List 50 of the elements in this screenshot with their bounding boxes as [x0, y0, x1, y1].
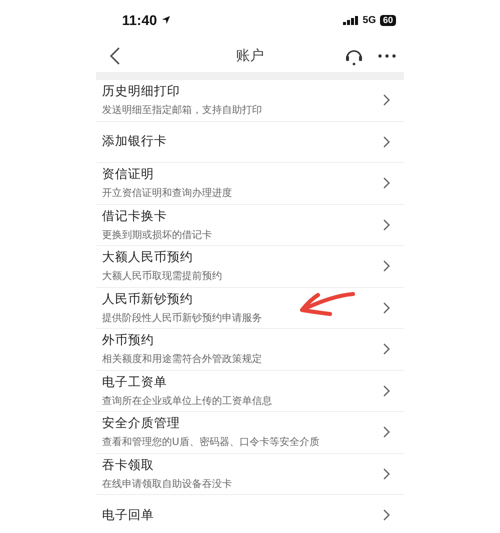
signal-icon [342, 16, 359, 24]
item-subtitle: 大额人民币取现需提前预约 [102, 270, 222, 284]
chevron-icon [383, 468, 390, 480]
item-subtitle: 在线申请领取自助设备吞没卡 [102, 478, 232, 491]
chevron-icon [383, 426, 390, 438]
item-title: 添加银行卡 [102, 133, 167, 150]
item-subtitle: 更换到期或损坏的借记卡 [102, 228, 212, 242]
more-icon[interactable] [378, 54, 396, 58]
chevron-icon [383, 509, 390, 522]
menu-item[interactable]: 借记卡换卡 更换到期或损坏的借记卡 [96, 204, 404, 246]
battery-level: 60 [380, 14, 396, 26]
chevron-icon [383, 218, 390, 231]
item-title: 人民币新钞预约 [102, 290, 193, 308]
chevron-icon [383, 343, 390, 356]
menu-item[interactable]: 资信证明 开立资信证明和查询办理进度 [96, 163, 404, 204]
item-title: 吞卡领取 [102, 456, 154, 474]
menu-item[interactable]: 大额人民币预约 大额人民币取现需提前预约 [96, 246, 404, 288]
item-subtitle: 查询所在企业或单位上传的工资单信息 [102, 394, 272, 408]
item-title: 外币预约 [102, 332, 154, 350]
menu-item[interactable]: 电子回单 [96, 495, 404, 533]
page-title: 账户 [236, 47, 264, 65]
item-title: 电子回单 [102, 506, 154, 524]
item-subtitle: 发送明细至指定邮箱，支持自助打印 [102, 104, 262, 118]
chevron-icon [383, 94, 390, 106]
menu-item[interactable]: 外币预约 相关额度和用途需符合外管政策规定 [96, 329, 404, 370]
item-subtitle: 查看和管理您的U盾、密码器、口令卡等安全介质 [102, 436, 320, 450]
menu-item[interactable]: 人民币新钞预约 提供阶段性人民币新钞预约申请服务 [96, 288, 404, 329]
item-title: 借记卡换卡 [102, 208, 167, 225]
back-icon[interactable] [110, 47, 120, 65]
chevron-icon [383, 177, 390, 190]
item-subtitle: 开立资信证明和查询办理进度 [102, 186, 232, 200]
chevron-icon [383, 260, 390, 272]
menu-item[interactable]: 电子工资单 查询所在企业或单位上传的工资单信息 [96, 370, 404, 412]
menu-item[interactable]: 历史明细打印 发送明细至指定邮箱，支持自助打印 [96, 80, 404, 122]
item-title: 电子工资单 [102, 374, 167, 391]
item-title: 大额人民币预约 [102, 249, 193, 266]
item-title: 资信证明 [102, 166, 154, 184]
item-subtitle: 提供阶段性人民币新钞预约申请服务 [102, 312, 262, 325]
location-arrow-icon [161, 15, 172, 25]
menu-item[interactable]: 吞卡领取 在线申请领取自助设备吞没卡 [96, 454, 404, 495]
menu-item[interactable]: 添加银行卡 [96, 122, 404, 163]
network-label: 5G [362, 14, 376, 26]
item-title: 安全介质管理 [102, 415, 180, 432]
chevron-icon [383, 384, 390, 397]
chevron-icon [383, 136, 390, 148]
item-subtitle: 相关额度和用途需符合外管政策规定 [102, 352, 262, 366]
item-title: 历史明细打印 [102, 83, 180, 100]
chevron-icon [383, 302, 390, 314]
status-time: 11:40 [122, 12, 158, 28]
menu-item[interactable]: 安全介质管理 查看和管理您的U盾、密码器、口令卡等安全介质 [96, 412, 404, 454]
